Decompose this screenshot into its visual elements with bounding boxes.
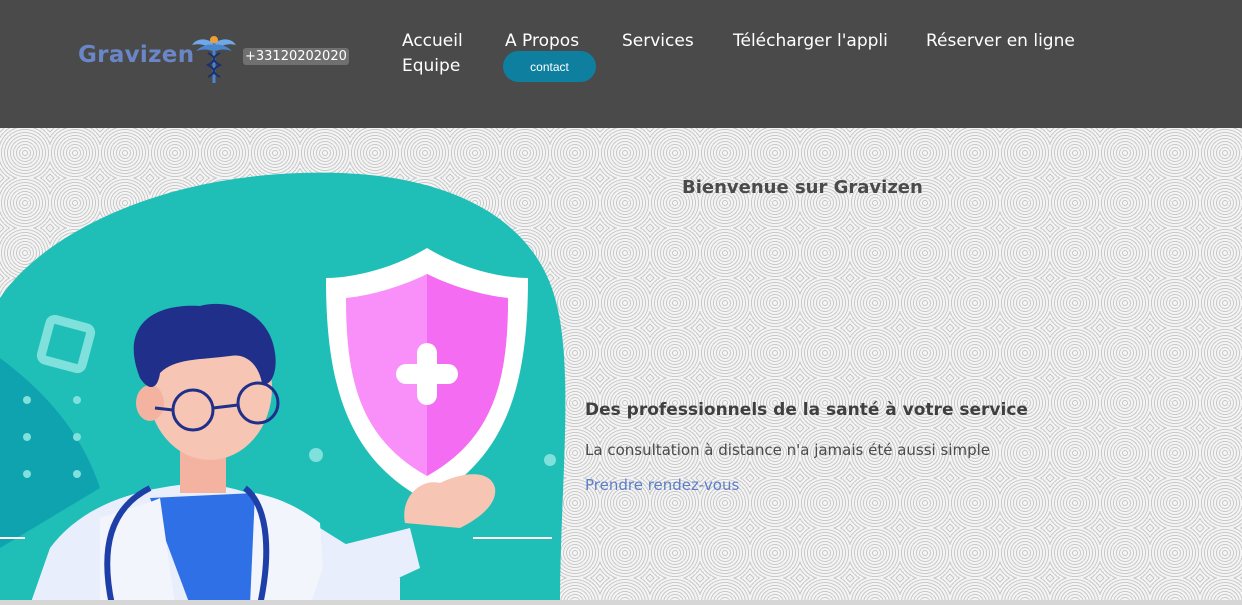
hero-section: Bienvenue sur Gravizen Des professionnel… [0,128,1242,605]
nav-accueil[interactable]: Accueil [402,31,463,51]
brand-name[interactable]: Gravizen [78,42,194,68]
phone-number[interactable]: +33120202020 [243,48,349,65]
nav-services[interactable]: Services [622,31,694,51]
book-appointment-link[interactable]: Prendre rendez-vous [585,476,739,494]
caduceus-icon [192,36,236,83]
hero-subtitle: Des professionnels de la santé à votre s… [585,400,1028,420]
contact-button[interactable]: contact [503,51,596,82]
nav-telecharger[interactable]: Télécharger l'appli [733,31,888,51]
top-header: Gravizen +33120202020 Accueil Equipe A P… [0,0,1242,128]
bottom-scroll-edge [0,600,1242,605]
doctor-illustration [0,172,566,605]
nav-equipe[interactable]: Equipe [402,56,460,76]
hero-title: Bienvenue sur Gravizen [682,177,923,198]
hero-text: La consultation à distance n'a jamais ét… [585,441,990,459]
nav-reserver[interactable]: Réserver en ligne [926,31,1075,51]
nav-apropos[interactable]: A Propos [505,31,579,51]
